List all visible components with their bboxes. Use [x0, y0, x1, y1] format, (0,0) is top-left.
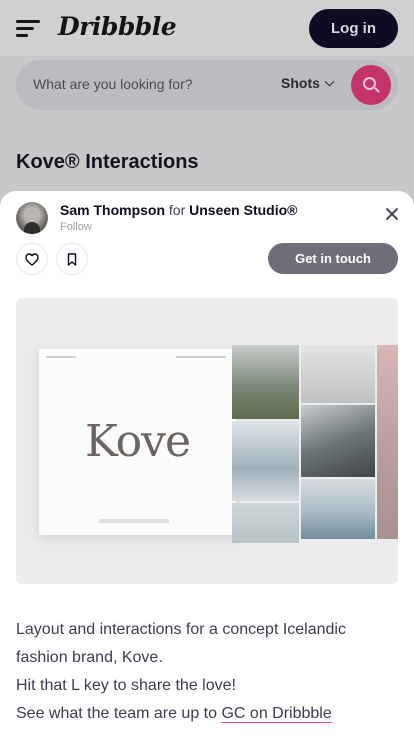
team-link[interactable]: Unseen Studio®	[189, 202, 297, 218]
like-button[interactable]	[16, 243, 48, 275]
description-prefix: See what the team are up to	[16, 705, 222, 722]
fashion-photo	[301, 345, 375, 403]
heart-icon	[25, 252, 39, 266]
close-icon[interactable]	[385, 207, 399, 221]
search-filter-value: Shots	[281, 75, 320, 91]
search-button[interactable]	[351, 65, 391, 105]
shot-byline: Sam Thompson for Unseen Studio®	[60, 202, 297, 218]
avatar[interactable]	[16, 202, 48, 234]
bookmark-icon	[67, 252, 77, 266]
search-input[interactable]: What are you looking for?	[33, 76, 193, 92]
edge-photo	[377, 345, 398, 539]
car-photo	[301, 405, 375, 477]
byline-for: for	[168, 202, 186, 218]
description-line: Layout and interactions for a concept Ic…	[16, 621, 346, 666]
save-button[interactable]	[56, 243, 88, 275]
dribbble-logo[interactable]: Dribbble	[58, 12, 177, 41]
get-in-touch-button[interactable]: Get in touch	[268, 243, 398, 274]
shot-preview-image[interactable]: Kove	[16, 298, 398, 584]
shot-description: Layout and interactions for a concept Ic…	[16, 616, 398, 728]
kove-wordmark: Kove	[84, 416, 191, 467]
search-filter-select[interactable]: Shots	[281, 75, 335, 91]
follow-link[interactable]: Follow	[60, 221, 92, 233]
search-bar: What are you looking for? Shots	[16, 60, 398, 110]
chevron-down-icon	[324, 76, 335, 86]
description-line: See what the team are up to GC on Dribbb…	[16, 700, 398, 728]
shot-sheet: Sam Thompson for Unseen Studio® Follow G…	[0, 191, 414, 736]
landscape-photo	[232, 345, 299, 419]
menu-icon[interactable]	[16, 20, 40, 38]
coast-photo	[301, 479, 375, 539]
kove-mockup-page: Kove	[39, 349, 236, 535]
author-link[interactable]: Sam Thompson	[60, 202, 165, 218]
description-line: Hit that L key to share the love!	[16, 677, 236, 694]
page-title: Kove® Interactions	[16, 151, 199, 173]
model-photo	[232, 421, 299, 501]
site-header: Dribbble Log in	[0, 0, 414, 56]
sky-photo	[232, 503, 299, 543]
search-icon	[363, 77, 380, 93]
login-button[interactable]: Log in	[309, 9, 398, 48]
team-dribbble-link[interactable]: GC on Dribbble	[221, 705, 332, 723]
